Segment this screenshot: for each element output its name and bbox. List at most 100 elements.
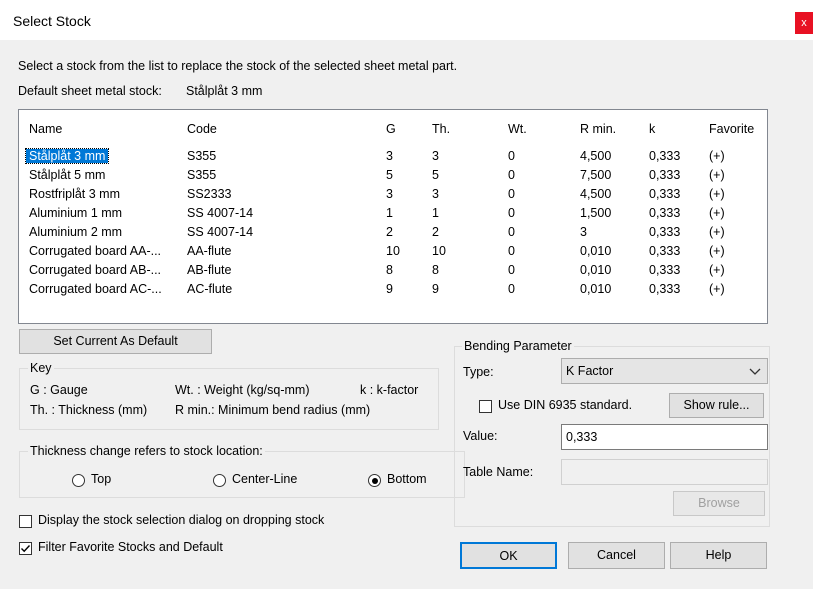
stock-gauge: 5 — [386, 168, 393, 182]
radio-center-line-label[interactable]: Center-Line — [232, 472, 297, 486]
stock-name: Rostfriplåt 3 mm — [29, 187, 120, 201]
key-weight: Wt. : Weight (kg/sq-mm) — [175, 383, 310, 397]
stock-thickness: 3 — [432, 149, 439, 163]
filter-favorites-checkbox[interactable] — [19, 542, 32, 555]
stock-rmin: 0,010 — [580, 282, 612, 296]
stock-favorite[interactable]: (+) — [709, 282, 725, 296]
stock-thickness: 9 — [432, 282, 439, 296]
stock-k: 0,333 — [649, 244, 681, 258]
set-current-as-default-button[interactable]: Set Current As Default — [19, 329, 212, 354]
default-stock-value: Stålplåt 3 mm — [186, 84, 263, 98]
table-row[interactable]: Corrugated board AA-... AA-flute 10 10 0… — [19, 242, 767, 261]
ok-button[interactable]: OK — [460, 542, 557, 569]
stock-list[interactable]: Name Code G Th. Wt. R min. k Favorite St… — [18, 109, 768, 324]
stock-gauge: 3 — [386, 187, 393, 201]
radio-bottom[interactable] — [368, 474, 381, 487]
thickness-change-legend: Thickness change refers to stock locatio… — [28, 444, 265, 458]
stock-favorite[interactable]: (+) — [709, 206, 725, 220]
column-header-weight[interactable]: Wt. — [508, 122, 527, 136]
stock-weight: 0 — [508, 282, 515, 296]
stock-name: Corrugated board AB-... — [29, 263, 162, 277]
type-select[interactable]: K Factor — [561, 358, 768, 384]
stock-favorite[interactable]: (+) — [709, 244, 725, 258]
table-row[interactable]: Aluminium 2 mm SS 4007-14 2 2 0 3 0,333 … — [19, 223, 767, 242]
stock-weight: 0 — [508, 149, 515, 163]
stock-k: 0,333 — [649, 263, 681, 277]
column-header-thickness[interactable]: Th. — [432, 122, 450, 136]
radio-bottom-label[interactable]: Bottom — [387, 472, 427, 486]
stock-k: 0,333 — [649, 225, 681, 239]
stock-gauge: 1 — [386, 206, 393, 220]
close-button[interactable]: x — [795, 12, 813, 34]
stock-favorite[interactable]: (+) — [709, 225, 725, 239]
stock-k: 0,333 — [649, 282, 681, 296]
key-kfactor: k : k-factor — [360, 383, 419, 397]
type-select-value: K Factor — [566, 364, 614, 378]
stock-name: Aluminium 2 mm — [29, 225, 123, 239]
stock-k: 0,333 — [649, 187, 681, 201]
table-row[interactable]: Rostfriplåt 3 mm SS2333 3 3 0 4,500 0,33… — [19, 185, 767, 204]
stock-favorite[interactable]: (+) — [709, 187, 725, 201]
radio-top[interactable] — [72, 474, 85, 487]
stock-code: SS 4007-14 — [187, 225, 254, 239]
title-bar: Select Stock x — [0, 0, 813, 40]
stock-name: Stålplåt 3 mm — [24, 148, 110, 164]
stock-rmin: 0,010 — [580, 244, 612, 258]
table-row[interactable]: Stålplåt 3 mm S355 3 3 0 4,500 0,333 (+) — [19, 147, 767, 166]
stock-gauge: 9 — [386, 282, 393, 296]
type-label: Type: — [463, 365, 494, 379]
table-row[interactable]: Stålplåt 5 mm S355 5 5 0 7,500 0,333 (+) — [19, 166, 767, 185]
column-header-gauge[interactable]: G — [386, 122, 396, 136]
stock-gauge: 2 — [386, 225, 393, 239]
display-dialog-checkbox[interactable] — [19, 515, 32, 528]
help-button[interactable]: Help — [670, 542, 767, 569]
key-legend: Key — [28, 361, 54, 375]
column-header-name[interactable]: Name — [29, 122, 62, 136]
radio-center-line[interactable] — [213, 474, 226, 487]
browse-button[interactable]: Browse — [673, 491, 765, 516]
din-checkbox[interactable] — [479, 400, 492, 413]
stock-rmin: 4,500 — [580, 187, 612, 201]
column-header-favorite[interactable]: Favorite — [709, 122, 754, 136]
value-input[interactable]: 0,333 — [561, 424, 768, 450]
cancel-button[interactable]: Cancel — [568, 542, 665, 569]
stock-rmin: 0,010 — [580, 263, 612, 277]
dialog-title: Select Stock — [13, 13, 91, 29]
filter-favorites-label[interactable]: Filter Favorite Stocks and Default — [38, 540, 223, 554]
value-label: Value: — [463, 429, 498, 443]
column-header-rmin[interactable]: R min. — [580, 122, 616, 136]
stock-thickness: 2 — [432, 225, 439, 239]
stock-weight: 0 — [508, 206, 515, 220]
stock-weight: 0 — [508, 225, 515, 239]
stock-gauge: 3 — [386, 149, 393, 163]
key-thickness: Th. : Thickness (mm) — [30, 403, 148, 417]
din-label[interactable]: Use DIN 6935 standard. — [498, 398, 632, 412]
chevron-down-icon — [749, 368, 761, 375]
stock-code: AB-flute — [187, 263, 232, 277]
stock-favorite[interactable]: (+) — [709, 149, 725, 163]
stock-favorite[interactable]: (+) — [709, 263, 725, 277]
stock-code: AA-flute — [187, 244, 232, 258]
stock-name: Aluminium 1 mm — [29, 206, 123, 220]
table-name-input[interactable] — [561, 459, 768, 485]
table-row[interactable]: Corrugated board AB-... AB-flute 8 8 0 0… — [19, 261, 767, 280]
stock-name: Corrugated board AC-... — [29, 282, 162, 296]
stock-code: AC-flute — [187, 282, 233, 296]
stock-thickness: 5 — [432, 168, 439, 182]
display-dialog-label[interactable]: Display the stock selection dialog on dr… — [38, 513, 324, 527]
show-rule-button[interactable]: Show rule... — [669, 393, 764, 418]
stock-code: S355 — [187, 149, 217, 163]
stock-thickness: 10 — [432, 244, 446, 258]
column-header-k[interactable]: k — [649, 122, 655, 136]
stock-k: 0,333 — [649, 206, 681, 220]
stock-favorite[interactable]: (+) — [709, 168, 725, 182]
key-rmin: R min.: Minimum bend radius (mm) — [175, 403, 371, 417]
checkmark-icon — [21, 545, 31, 553]
table-row[interactable]: Aluminium 1 mm SS 4007-14 1 1 0 1,500 0,… — [19, 204, 767, 223]
column-header-code[interactable]: Code — [187, 122, 217, 136]
table-row[interactable]: Corrugated board AC-... AC-flute 9 9 0 0… — [19, 280, 767, 299]
radio-top-label[interactable]: Top — [91, 472, 111, 486]
stock-thickness: 3 — [432, 187, 439, 201]
stock-rmin: 1,500 — [580, 206, 612, 220]
stock-k: 0,333 — [649, 168, 681, 182]
